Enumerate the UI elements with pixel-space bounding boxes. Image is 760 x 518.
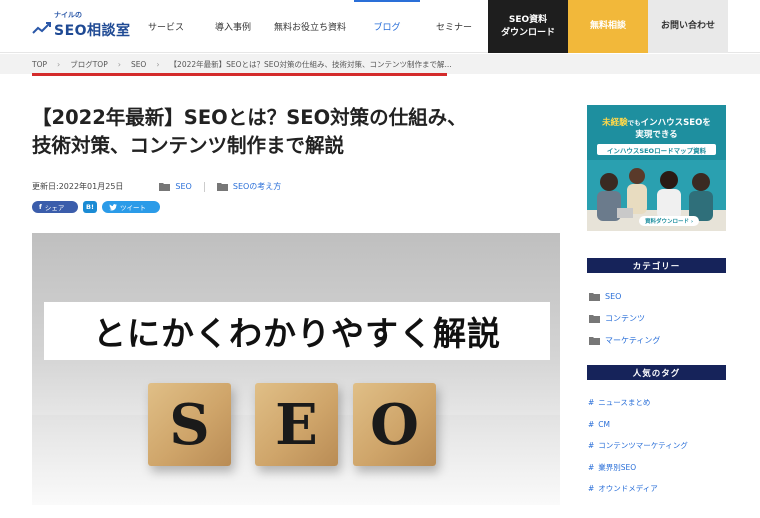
ad-download-button[interactable]: 資料ダウンロード › xyxy=(639,216,700,226)
free-consult-button[interactable]: 無料相談 xyxy=(568,0,648,53)
tag-label: 業界別SEO xyxy=(598,462,637,472)
hash-icon: # xyxy=(588,462,595,472)
facebook-icon: f xyxy=(39,203,42,211)
hero-banner-text: とにかくわかりやすく解説 xyxy=(44,302,550,360)
tag-label: コンテンツマーケティング xyxy=(598,441,688,451)
chevron-right-icon: › xyxy=(57,59,61,69)
ad-headline-post: インハウスSEOを xyxy=(640,118,711,128)
hash-icon: # xyxy=(588,484,595,494)
ad-headline: 未経験でもインハウスSEOを 実現できる xyxy=(587,117,726,141)
ad-headline-line2: 実現できる xyxy=(635,130,678,140)
folder-icon xyxy=(589,292,600,301)
article-title-line1: 【2022年最新】SEOとは？SEO対策の仕組み、 xyxy=(32,106,467,129)
sidebar-category-seo[interactable]: SEO xyxy=(589,285,660,307)
tag-label: CM xyxy=(598,419,611,429)
chevron-right-icon: › xyxy=(117,59,121,69)
nav-item-cases[interactable]: 導入事例 xyxy=(200,0,266,53)
tag-link[interactable]: # 業界別SEO xyxy=(588,457,688,479)
main-nav: サービス 導入事例 無料お役立ち資料 ブログ セミナー xyxy=(132,0,488,53)
category-link-seo[interactable]: SEO xyxy=(159,182,192,191)
updated-date: 更新日:2022年01月25日 xyxy=(32,182,124,191)
sidebar-category-content[interactable]: コンテンツ xyxy=(589,307,660,329)
breadcrumb-top[interactable]: TOP xyxy=(32,60,47,69)
site-header: ナイルの SEO相談室 サービス 導入事例 無料お役立ち資料 ブログ セミナー … xyxy=(0,0,760,53)
twitter-icon xyxy=(109,203,117,210)
cta-download-line1: SEO資料 xyxy=(508,15,548,26)
article-meta: 更新日:2022年01月25日 SEO SEOの考え方 xyxy=(32,181,281,192)
category-label: SEO xyxy=(175,182,192,191)
meta-divider xyxy=(203,181,205,192)
article-title: 【2022年最新】SEOとは？SEO対策の仕組み、 技術対策、コンテンツ制作まで… xyxy=(32,104,552,160)
breadcrumb-blog[interactable]: ブログTOP xyxy=(70,59,108,70)
tag-link[interactable]: # ニュースまとめ xyxy=(588,392,688,414)
logo-name: SEO相談室 xyxy=(54,23,131,39)
breadcrumb: TOP › ブログTOP › SEO › 【2022年最新】SEOとは？SEO対… xyxy=(0,54,760,74)
cta-download-line2: ダウンロード xyxy=(500,27,555,38)
folder-icon xyxy=(216,183,228,191)
wood-block-e: E xyxy=(255,383,338,466)
hatena-bookmark-button[interactable]: B! xyxy=(83,201,97,213)
share-buttons: f シェア B! ツイート xyxy=(32,201,160,213)
nav-item-service[interactable]: サービス xyxy=(132,0,200,53)
seo-download-button[interactable]: SEO資料 ダウンロード xyxy=(488,0,568,53)
breadcrumb-underline xyxy=(32,73,447,76)
facebook-share-button[interactable]: f シェア xyxy=(32,201,78,213)
tweet-label: ツイート xyxy=(120,204,146,212)
nav-item-blog[interactable]: ブログ xyxy=(354,0,420,53)
hash-icon: # xyxy=(588,419,595,429)
hash-icon: # xyxy=(588,441,595,451)
category-label: SEO xyxy=(605,291,622,301)
article-title-line2: 技術対策、コンテンツ制作まで解説 xyxy=(32,134,345,157)
tag-label: ニュースまとめ xyxy=(598,398,651,408)
folder-icon xyxy=(589,336,600,345)
ad-subtitle: インハウスSEOロードマップ資料 xyxy=(597,144,716,155)
category-label: SEOの考え方 xyxy=(232,182,282,191)
logo-kicker: ナイルの xyxy=(54,11,82,19)
roadmap-ad-banner[interactable]: 未経験でもインハウスSEOを 実現できる インハウスSEOロードマップ資料 資料… xyxy=(587,105,726,231)
tag-link[interactable]: # コンテンツマーケティング xyxy=(588,435,688,457)
category-link-seo-thinking[interactable]: SEOの考え方 xyxy=(216,181,282,192)
popular-tags-heading: 人気のタグ xyxy=(587,365,726,380)
wood-block-o: O xyxy=(353,383,436,466)
hash-icon: # xyxy=(588,398,595,408)
category-label: コンテンツ xyxy=(605,313,645,323)
facebook-share-label: シェア xyxy=(44,204,65,212)
wood-block-s: S xyxy=(148,383,231,466)
ad-headline-small: でも xyxy=(627,119,641,127)
folder-icon xyxy=(159,183,171,191)
hatena-icon: B! xyxy=(86,203,94,211)
tag-list: # ニュースまとめ # CM # コンテンツマーケティング # 業界別SEO # オウンド… xyxy=(588,392,688,500)
tag-label: オウンドメディア xyxy=(598,484,658,494)
hero-image: とにかくわかりやすく解説 S E O xyxy=(32,233,560,505)
site-logo[interactable]: ナイルの SEO相談室 xyxy=(32,10,132,42)
ad-headline-pre: 未経験 xyxy=(602,118,628,128)
tag-link[interactable]: # CM xyxy=(588,414,688,436)
nav-item-resources[interactable]: 無料お役立ち資料 xyxy=(266,0,354,53)
contact-button[interactable]: お問い合わせ xyxy=(648,0,728,53)
category-heading: カテゴリー xyxy=(587,258,726,273)
tweet-button[interactable]: ツイート xyxy=(102,201,160,213)
logo-chart-icon xyxy=(32,22,51,34)
category-list: SEO コンテンツ マーケティング xyxy=(589,285,660,351)
breadcrumb-current: 【2022年最新】SEOとは？SEO対策の仕組み、技術対策、コンテンツ制作まで解… xyxy=(169,59,452,69)
breadcrumb-seo[interactable]: SEO xyxy=(131,60,146,69)
category-label: マーケティング xyxy=(605,335,661,345)
chevron-right-icon: › xyxy=(156,59,160,69)
tag-link[interactable]: # オウンドメディア xyxy=(588,478,688,500)
sidebar-category-marketing[interactable]: マーケティング xyxy=(589,329,660,351)
folder-icon xyxy=(589,314,600,323)
nav-item-seminar[interactable]: セミナー xyxy=(420,0,488,53)
